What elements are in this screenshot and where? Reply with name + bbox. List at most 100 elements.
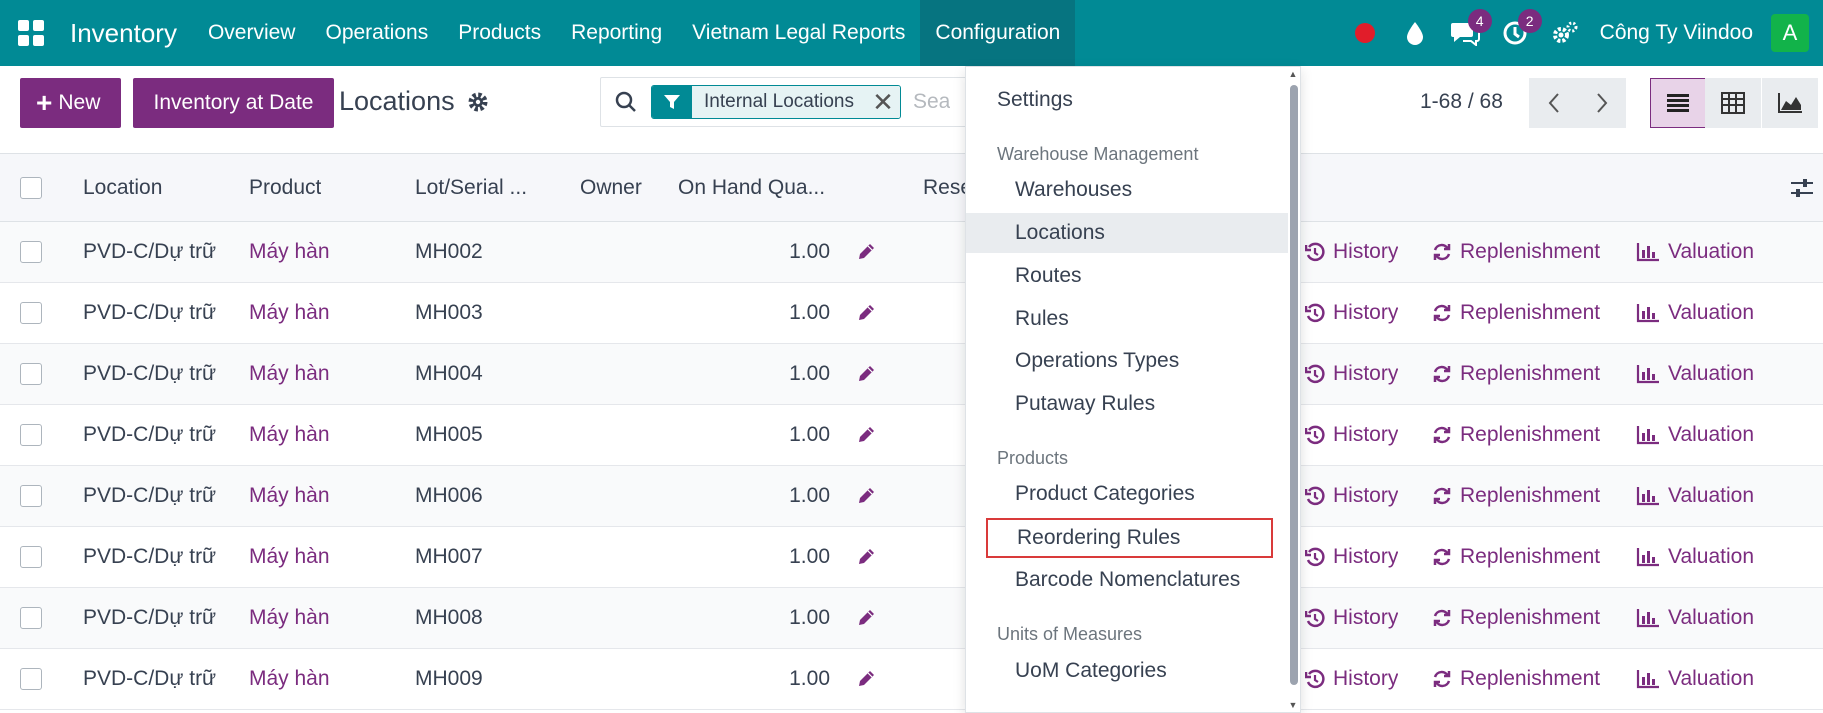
valuation-button[interactable]: Valuation [1636, 649, 1754, 709]
row-checkbox[interactable] [20, 222, 42, 282]
cell-product[interactable]: Máy hàn [249, 527, 330, 587]
menu-configuration[interactable]: Configuration [920, 0, 1076, 66]
select-all-checkbox[interactable] [20, 154, 42, 221]
dropdown-item-reordering-rules[interactable]: Reordering Rules [986, 518, 1273, 558]
valuation-button[interactable]: Valuation [1636, 466, 1754, 526]
cell-product[interactable]: Máy hàn [249, 588, 330, 648]
replenishment-button[interactable]: Replenishment [1432, 588, 1600, 648]
dropdown-item-warehouses[interactable]: Warehouses [966, 170, 1288, 210]
history-button[interactable]: History [1305, 588, 1398, 648]
history-button[interactable]: History [1305, 649, 1398, 709]
cell-product[interactable]: Máy hàn [249, 466, 330, 526]
cell-product[interactable]: Máy hàn [249, 222, 330, 282]
row-checkbox[interactable] [20, 527, 42, 587]
column-header-owner[interactable]: Owner [580, 154, 642, 221]
cell-product[interactable]: Máy hàn [249, 405, 330, 465]
pager-value[interactable]: 1-68 / 68 [1420, 90, 1503, 114]
user-avatar[interactable]: A [1771, 14, 1809, 52]
list-view-button[interactable] [1650, 78, 1706, 128]
row-checkbox[interactable] [20, 405, 42, 465]
replenishment-button[interactable]: Replenishment [1432, 283, 1600, 343]
edit-quantity-button[interactable] [856, 405, 876, 465]
replenishment-button[interactable]: Replenishment [1432, 222, 1600, 282]
apps-menu-icon[interactable] [0, 0, 62, 66]
row-checkbox[interactable] [20, 283, 42, 343]
valuation-button[interactable]: Valuation [1636, 527, 1754, 587]
dropdown-item-barcode-nomenclatures[interactable]: Barcode Nomenclatures [966, 560, 1288, 600]
settings-gears-icon[interactable] [1540, 0, 1590, 66]
dropdown-item-locations[interactable]: Locations [966, 213, 1288, 253]
history-button[interactable]: History [1305, 405, 1398, 465]
edit-quantity-button[interactable] [856, 649, 876, 709]
pager-next-button[interactable] [1577, 78, 1626, 128]
dropdown-item-settings[interactable]: Settings [966, 80, 1288, 120]
replenishment-button[interactable]: Replenishment [1432, 649, 1600, 709]
table-row[interactable]: PVD-C/Dự trữ Máy hàn MH009 1.00 History Reple… [0, 649, 1823, 710]
company-switcher[interactable]: Công Ty Viindoo [1590, 21, 1771, 45]
edit-quantity-button[interactable] [856, 588, 876, 648]
edit-quantity-button[interactable] [856, 344, 876, 404]
history-button[interactable]: History [1305, 222, 1398, 282]
history-button[interactable]: History [1305, 527, 1398, 587]
edit-quantity-button[interactable] [856, 222, 876, 282]
graph-view-button[interactable] [1762, 78, 1818, 128]
replenishment-button[interactable]: Replenishment [1432, 405, 1600, 465]
table-row[interactable]: PVD-C/Dự trữ Máy hàn MH008 1.00 History Reple… [0, 588, 1823, 649]
scroll-down-arrow-icon[interactable]: ▼ [1288, 700, 1298, 710]
column-header-on-hand-quantity[interactable]: On Hand Qua... [678, 154, 825, 221]
dropdown-item-uom-categories[interactable]: UoM Categories [966, 651, 1288, 691]
table-row[interactable]: PVD-C/Dự trữ Máy hàn MH002 1.00 History Reple… [0, 222, 1823, 283]
edit-quantity-button[interactable] [856, 527, 876, 587]
table-row[interactable]: PVD-C/Dự trữ Máy hàn MH006 1.00 History Reple… [0, 466, 1823, 527]
table-row[interactable]: PVD-C/Dự trữ Máy hàn MH005 1.00 History Reple… [0, 405, 1823, 466]
edit-quantity-button[interactable] [856, 466, 876, 526]
inventory-at-date-button[interactable]: Inventory at Date [133, 78, 334, 128]
valuation-button[interactable]: Valuation [1636, 405, 1754, 465]
row-checkbox[interactable] [20, 588, 42, 648]
close-icon[interactable]: ✕ [866, 86, 900, 118]
chat-icon[interactable]: 4 [1440, 0, 1492, 66]
dropdown-item-operations-types[interactable]: Operations Types [966, 341, 1288, 381]
column-header-product[interactable]: Product [249, 154, 321, 221]
dropdown-item-putaway-rules[interactable]: Putaway Rules [966, 384, 1288, 424]
search-input[interactable]: Sea [913, 90, 950, 114]
menu-vietnam-legal-reports[interactable]: Vietnam Legal Reports [677, 0, 920, 66]
pager-previous-button[interactable] [1529, 78, 1578, 128]
search-bar[interactable]: Internal Locations ✕ Sea [600, 77, 980, 127]
history-button[interactable]: History [1305, 283, 1398, 343]
row-checkbox[interactable] [20, 649, 42, 709]
cell-product[interactable]: Máy hàn [249, 283, 330, 343]
row-checkbox[interactable] [20, 466, 42, 526]
menu-products[interactable]: Products [443, 0, 556, 66]
history-button[interactable]: History [1305, 466, 1398, 526]
menu-operations[interactable]: Operations [310, 0, 443, 66]
new-button[interactable]: + New [20, 78, 121, 128]
replenishment-button[interactable]: Replenishment [1432, 344, 1600, 404]
gear-icon[interactable] [466, 90, 492, 116]
valuation-button[interactable]: Valuation [1636, 344, 1754, 404]
dropdown-item-rules[interactable]: Rules [966, 299, 1288, 339]
table-row[interactable]: PVD-C/Dự trữ Máy hàn MH007 1.00 History Reple… [0, 527, 1823, 588]
valuation-button[interactable]: Valuation [1636, 283, 1754, 343]
column-header-lot-serial[interactable]: Lot/Serial ... [415, 154, 527, 221]
table-row[interactable]: PVD-C/Dự trữ Máy hàn MH003 1.00 History Reple… [0, 283, 1823, 344]
valuation-button[interactable]: Valuation [1636, 222, 1754, 282]
history-button[interactable]: History [1305, 344, 1398, 404]
column-header-location[interactable]: Location [83, 154, 162, 221]
pivot-view-button[interactable] [1705, 78, 1761, 128]
replenishment-button[interactable]: Replenishment [1432, 466, 1600, 526]
drop-icon[interactable] [1390, 0, 1440, 66]
cell-product[interactable]: Máy hàn [249, 344, 330, 404]
valuation-button[interactable]: Valuation [1636, 588, 1754, 648]
replenishment-button[interactable]: Replenishment [1432, 527, 1600, 587]
cell-product[interactable]: Máy hàn [249, 649, 330, 709]
scroll-up-arrow-icon[interactable]: ▲ [1288, 69, 1298, 79]
menu-overview[interactable]: Overview [193, 0, 311, 66]
dropdown-item-product-categories[interactable]: Product Categories [966, 474, 1288, 514]
search-icon[interactable] [601, 78, 651, 126]
row-checkbox[interactable] [20, 344, 42, 404]
optional-columns-toggle-icon[interactable] [1790, 154, 1814, 221]
table-row[interactable]: PVD-C/Dự trữ Máy hàn MH004 1.00 History Reple… [0, 344, 1823, 405]
dropdown-item-routes[interactable]: Routes [966, 256, 1288, 296]
dropdown-scrollbar[interactable] [1290, 85, 1298, 685]
